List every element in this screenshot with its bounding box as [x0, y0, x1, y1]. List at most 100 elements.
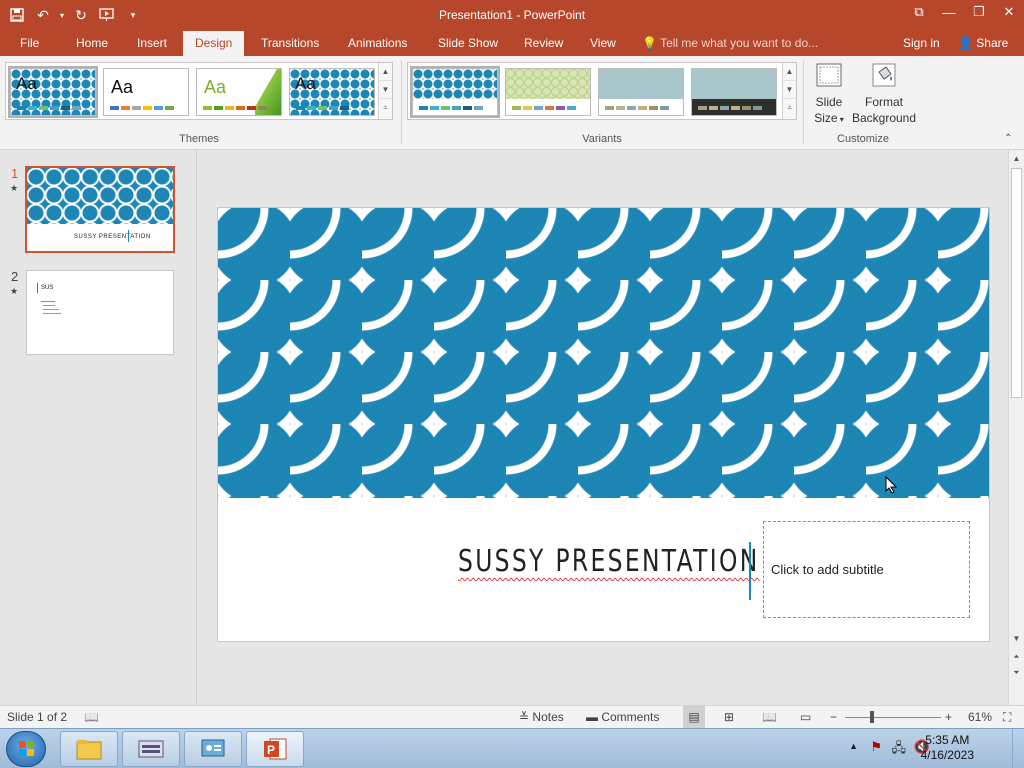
notes-label: Notes: [532, 710, 564, 724]
dropdown-arrow-icon: ▾: [837, 115, 844, 124]
scroll-up-icon[interactable]: ▲: [379, 63, 392, 81]
tab-insert[interactable]: Insert: [125, 31, 179, 56]
slide-size-button[interactable]: Slide Size ▾: [808, 60, 850, 128]
theme-thumb-4[interactable]: Aa: [289, 68, 375, 116]
slide-sorter-icon[interactable]: ⊞: [724, 706, 734, 729]
taskbar-explorer[interactable]: [60, 731, 118, 767]
subtitle-placeholder[interactable]: Click to add subtitle: [763, 521, 970, 618]
fit-slide-icon[interactable]: ⛶: [1003, 706, 1011, 729]
variant-thumb-4[interactable]: [691, 68, 777, 116]
thumb-title: SUSSY PRESENTATION: [74, 234, 151, 240]
taskbar-powerpoint[interactable]: P: [246, 731, 304, 767]
scroll-up-icon[interactable]: ▲: [783, 63, 796, 81]
collapse-ribbon-icon[interactable]: ⌃: [1004, 133, 1012, 144]
thumb-divider: [128, 230, 129, 242]
zoom-handle[interactable]: [870, 711, 874, 723]
format-background-button[interactable]: Format Background: [851, 60, 917, 126]
ribbon-tabs: File Home Insert Design Transitions Anim…: [0, 31, 1024, 56]
sign-in-link[interactable]: Sign in: [903, 31, 940, 56]
action-center-icon[interactable]: ⚑: [870, 739, 882, 755]
zoom-level[interactable]: 61%: [968, 706, 992, 729]
tab-file[interactable]: File: [8, 31, 51, 56]
thumb-text-line: [43, 313, 61, 314]
group-separator: [803, 60, 804, 144]
taskbar-keyboard-app[interactable]: [122, 731, 180, 767]
scrollbar-thumb[interactable]: [1011, 168, 1022, 398]
zoom-in-icon[interactable]: +: [945, 706, 952, 729]
windows-logo-icon: [19, 741, 34, 756]
ribbon-display-options-icon[interactable]: ⧉: [904, 0, 934, 24]
zoom-track: [845, 717, 941, 718]
folder-icon: [76, 740, 102, 760]
variant-swatches: [698, 106, 762, 110]
show-desktop-button[interactable]: [1012, 729, 1024, 768]
close-icon[interactable]: ✕: [994, 0, 1024, 24]
network-icon[interactable]: 🖧: [892, 739, 907, 761]
zoom-out-icon[interactable]: −: [830, 706, 837, 729]
variants-gallery: ▲ ▼ ⩡: [407, 62, 797, 120]
slide-number-1: 1: [11, 166, 19, 181]
theme-thumb-3[interactable]: Aa: [196, 68, 282, 116]
comments-button[interactable]: ▬ Comments: [586, 706, 659, 729]
scroll-down-icon[interactable]: ▼: [1009, 632, 1024, 646]
theme-preview-text: Aa: [16, 74, 37, 93]
variant-thumb-3[interactable]: [598, 68, 684, 116]
title-bar: ↶ ▾ ↻ ▾ Presentation1 - PowerPoint ⧉ — ❐…: [0, 0, 1024, 31]
keyboard-icon: [138, 740, 164, 758]
theme-thumb-2[interactable]: Aa: [103, 68, 189, 116]
zoom-slider[interactable]: [845, 706, 941, 729]
spelling-check-icon[interactable]: 📖: [84, 706, 99, 729]
clock-time: 5:35 AM: [925, 733, 970, 747]
slide-title-text[interactable]: SUSSY PRESENTATION: [458, 544, 760, 579]
tab-transitions[interactable]: Transitions: [249, 31, 331, 56]
tell-me-text: Tell me what you want to do...: [660, 36, 819, 50]
tell-me-box[interactable]: 💡 Tell me what you want to do...: [642, 31, 818, 56]
taskbar-control-panel[interactable]: [184, 731, 242, 767]
tab-view[interactable]: View: [578, 31, 628, 56]
notes-button[interactable]: ≚ Notes: [519, 706, 564, 729]
reading-view-icon[interactable]: 📖: [762, 706, 777, 729]
powerpoint-icon: P: [264, 738, 287, 760]
restore-icon[interactable]: ❐: [964, 0, 994, 24]
tab-animations[interactable]: Animations: [336, 31, 419, 56]
next-slide-icon[interactable]: ⏷: [1009, 666, 1024, 680]
slide-thumbnail-2[interactable]: SUS: [26, 270, 174, 355]
scroll-down-icon[interactable]: ▼: [379, 81, 392, 99]
title-divider-line: [749, 542, 751, 600]
previous-slide-icon[interactable]: ⏶: [1009, 650, 1024, 664]
thumb-pattern: [27, 168, 173, 224]
themes-group-label: Themes: [179, 133, 219, 145]
window-title: Presentation1 - PowerPoint: [438, 8, 586, 22]
slide-size-label-2: Size: [814, 111, 838, 125]
scroll-down-icon[interactable]: ▼: [783, 81, 796, 99]
show-hidden-icons[interactable]: ▲: [849, 741, 858, 751]
more-icon[interactable]: ⩡: [379, 99, 392, 117]
theme-swatches: [296, 106, 349, 110]
vertical-scrollbar[interactable]: ▲ ▼ ⏶ ⏷: [1008, 150, 1024, 705]
variant-thumb-2[interactable]: [505, 68, 591, 116]
normal-view-icon[interactable]: ▤: [683, 706, 705, 729]
system-clock[interactable]: 5:35 AM 4/16/2023: [921, 733, 974, 763]
tab-design[interactable]: Design: [183, 31, 245, 56]
more-icon[interactable]: ⩡: [783, 99, 796, 117]
minimize-icon[interactable]: —: [934, 0, 964, 24]
tab-home[interactable]: Home: [64, 31, 120, 56]
current-slide[interactable]: SUSSY PRESENTATION Click to add subtitle: [217, 207, 990, 642]
theme-thumb-1[interactable]: Aa: [8, 66, 98, 118]
thumb-divider: [37, 283, 38, 293]
group-separator: [401, 60, 402, 144]
tab-slide-show[interactable]: Slide Show: [426, 31, 510, 56]
share-button[interactable]: 👤 Share: [958, 31, 1008, 56]
variant-swatches: [419, 106, 483, 110]
themes-gallery-scroll: ▲ ▼ ⩡: [378, 63, 392, 119]
tab-review[interactable]: Review: [512, 31, 575, 56]
slide-thumbnail-1[interactable]: SUSSY PRESENTATION: [25, 166, 175, 253]
scroll-up-icon[interactable]: ▲: [1009, 152, 1024, 166]
thumb-title: SUS: [41, 285, 54, 291]
theme-preview-text: Aa: [204, 77, 227, 97]
start-button[interactable]: [6, 731, 46, 767]
slide-show-icon[interactable]: ▭: [800, 706, 811, 729]
variant-thumb-1[interactable]: [410, 66, 500, 118]
variants-group-label: Variants: [582, 133, 622, 145]
theme-swatches: [203, 106, 267, 110]
